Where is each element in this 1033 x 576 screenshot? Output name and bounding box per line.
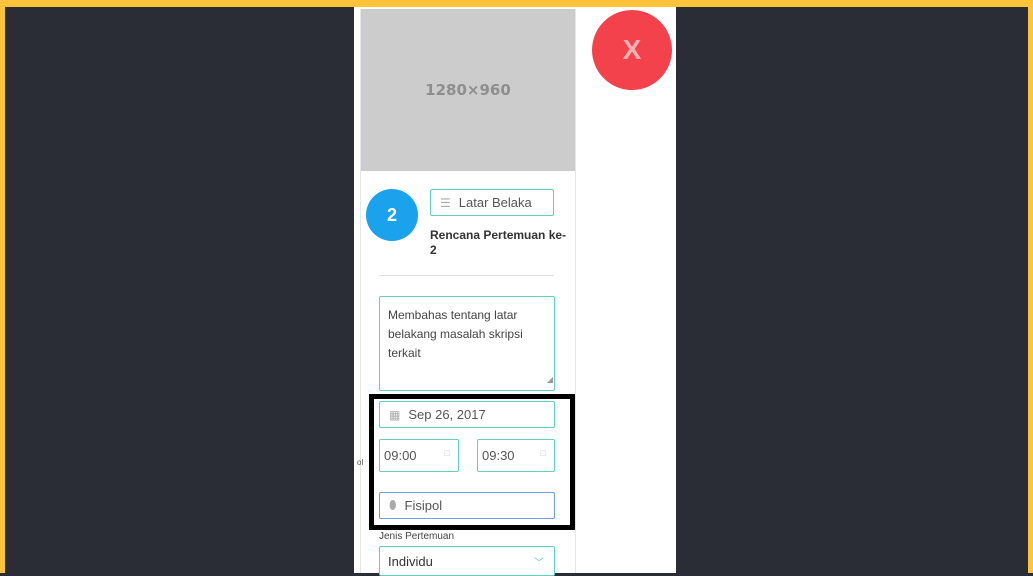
mobile-screen: 1280×960 2 ☰ Latar Belaka Rencana Pertem… (354, 7, 676, 576)
menu-icon: ☰ (440, 195, 451, 210)
meeting-type-value: Individu (388, 553, 433, 569)
stray-label: ol (357, 458, 364, 467)
frame-border-top (0, 0, 1033, 7)
description-text: Membahas tentang latar belakang masalah … (388, 308, 523, 360)
step-number-badge: 2 (366, 189, 418, 241)
chevron-down-icon: ﹀ (534, 557, 544, 569)
meeting-type-select[interactable]: Individu ﹀ (379, 546, 555, 576)
highlight-box (369, 394, 575, 530)
description-textarea[interactable]: Membahas tentang latar belakang masalah … (379, 296, 555, 391)
resize-handle-icon[interactable]: ◢ (547, 370, 553, 389)
frame-border-right (1028, 0, 1033, 573)
image-placeholder-label: 1280×960 (425, 81, 511, 99)
meeting-type-label: Jenis Pertemuan (379, 531, 455, 542)
image-placeholder: 1280×960 (361, 9, 575, 171)
close-button[interactable]: X (592, 10, 672, 90)
close-label: X (622, 34, 642, 65)
divider (379, 275, 554, 276)
step-number: 2 (386, 204, 397, 225)
frame-border-left (0, 0, 5, 573)
topic-input[interactable]: ☰ Latar Belaka (430, 189, 554, 216)
meeting-title: Rencana Pertemuan ke-2 (430, 228, 567, 257)
meeting-card: 1280×960 2 ☰ Latar Belaka Rencana Pertem… (357, 9, 576, 576)
topic-value: Latar Belaka (458, 195, 532, 210)
